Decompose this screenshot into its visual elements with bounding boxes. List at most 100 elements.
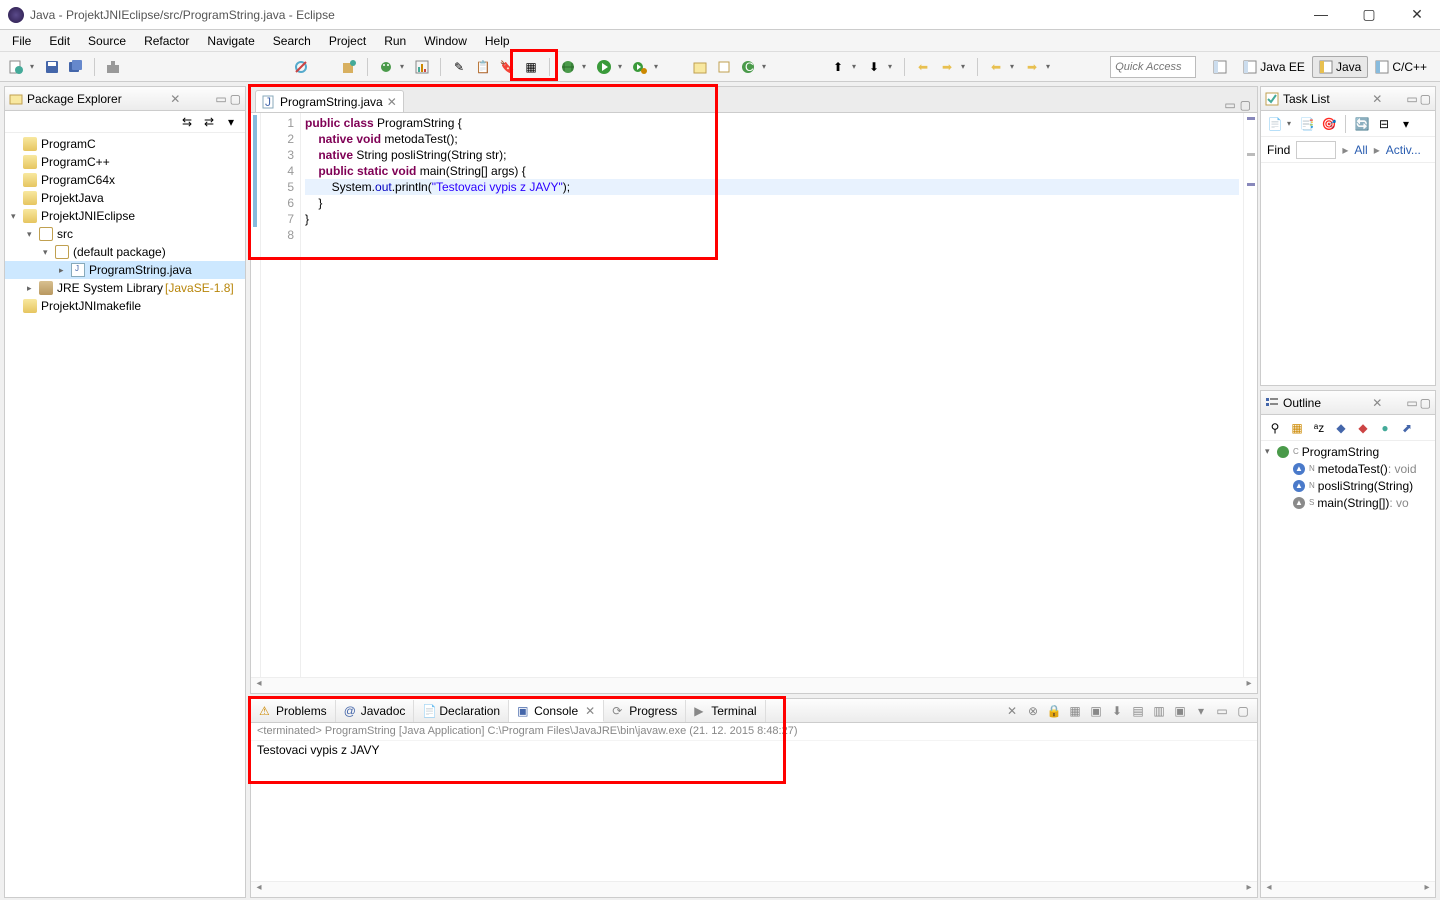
close-button[interactable]: ✕ — [1402, 6, 1432, 23]
view-minimize-icon[interactable]: ▭ — [1406, 92, 1417, 106]
view-maximize-icon[interactable]: ▢ — [230, 92, 241, 106]
console-tb-2[interactable]: 🔒 — [1044, 701, 1064, 721]
hide-local-button[interactable]: ◆ — [1353, 418, 1373, 438]
toggle-block-button[interactable]: ▦ — [521, 57, 541, 77]
save-all-button[interactable] — [66, 57, 86, 77]
categorize-button[interactable]: 📑 — [1297, 114, 1317, 134]
hide-nonpublic-button[interactable]: ◆ — [1331, 418, 1351, 438]
next-edit-button[interactable]: ➡ — [1022, 57, 1042, 77]
focus-active-button[interactable]: ● — [1375, 418, 1395, 438]
tree-node[interactable]: ProgramC — [5, 135, 245, 153]
menu-project[interactable]: Project — [321, 32, 374, 50]
next-annotation-button[interactable]: ⬇ — [864, 57, 884, 77]
console-tb-4[interactable]: ▣ — [1086, 701, 1106, 721]
focus-button[interactable]: 🎯 — [1319, 114, 1339, 134]
collapse-all-button[interactable]: ⇆ — [177, 112, 197, 132]
console-output[interactable]: Testovaci vypis z JAVY — [251, 741, 1257, 881]
view-maximize-icon[interactable]: ▢ — [1420, 92, 1431, 106]
new-task-button[interactable]: 📄 — [1265, 114, 1285, 134]
maximize-button[interactable]: ▢ — [1354, 6, 1384, 23]
quick-access-input[interactable] — [1110, 56, 1196, 78]
tab-problems[interactable]: ⚠Problems — [251, 700, 336, 722]
run-last-button[interactable] — [630, 57, 650, 77]
view-menu-button[interactable]: ▾ — [221, 112, 241, 132]
sync-button[interactable]: 🔄 — [1352, 114, 1372, 134]
save-button[interactable] — [42, 57, 62, 77]
run-dropdown[interactable]: ▾ — [618, 62, 626, 71]
perspective-java[interactable]: Java — [1312, 56, 1368, 78]
open-task-button[interactable]: 📋 — [473, 57, 493, 77]
outline-node[interactable]: ▲NposliString(String) — [1261, 477, 1435, 494]
view-minimize-icon[interactable]: ▭ — [215, 92, 226, 106]
outline-node[interactable]: ▾CProgramString — [1261, 443, 1435, 460]
console-tb-5[interactable]: ⬇ — [1107, 701, 1127, 721]
editor-tab-close[interactable]: ✕ — [387, 95, 397, 109]
perspective-cc[interactable]: C/C++ — [1368, 56, 1434, 78]
tree-node[interactable]: ▸ProgramString.java — [5, 261, 245, 279]
hide-static-button[interactable]: ᵃz — [1309, 418, 1329, 438]
debug-last-dropdown[interactable]: ▾ — [582, 62, 590, 71]
collapse-button[interactable]: ⊟ — [1374, 114, 1394, 134]
editor-tab[interactable]: J ProgramString.java ✕ — [255, 90, 404, 112]
skip-breakpoints-button[interactable] — [291, 57, 311, 77]
run-button[interactable] — [594, 57, 614, 77]
package-explorer-close[interactable]: ✕ — [168, 92, 182, 106]
tab-progress[interactable]: ⟳Progress — [604, 700, 686, 722]
outline-tree[interactable]: ▾CProgramString▲NmetodaTest() : void▲Npo… — [1261, 441, 1435, 881]
package-explorer-tree[interactable]: ProgramCProgramC++ProgramC64xProjektJava… — [5, 133, 245, 897]
back-button[interactable]: ⬅ — [913, 57, 933, 77]
last-edit-button[interactable]: ⬅ — [986, 57, 1006, 77]
tree-node[interactable]: ▾src — [5, 225, 245, 243]
tree-node[interactable]: ProjektJava — [5, 189, 245, 207]
console-tb-8[interactable]: ▣ — [1170, 701, 1190, 721]
view-minimize-icon[interactable]: ▭ — [1406, 396, 1417, 410]
editor-minimize-icon[interactable]: ▭ — [1224, 98, 1235, 112]
console-tb-6[interactable]: ▤ — [1128, 701, 1148, 721]
quick-access[interactable] — [1110, 56, 1196, 78]
tree-node[interactable]: ▾ProjektJNIEclipse — [5, 207, 245, 225]
tree-node[interactable]: ProgramC64x — [5, 171, 245, 189]
activate-link[interactable]: Activ... — [1386, 143, 1421, 157]
tab-declaration[interactable]: 📄Declaration — [414, 700, 509, 722]
outline-close[interactable]: ✕ — [1370, 396, 1384, 410]
outline-node[interactable]: ▲Smain(String[]) : vo — [1261, 494, 1435, 511]
toggle-mark-button[interactable]: 🔖 — [497, 57, 517, 77]
console-tb-7[interactable]: ▥ — [1149, 701, 1169, 721]
tree-node[interactable]: ▸JRE System Library [JavaSE-1.8] — [5, 279, 245, 297]
menu-search[interactable]: Search — [265, 32, 319, 50]
console-tb-10[interactable]: ▭ — [1212, 701, 1232, 721]
tree-node[interactable]: ProgramC++ — [5, 153, 245, 171]
task-list-close[interactable]: ✕ — [1370, 92, 1384, 106]
menu-source[interactable]: Source — [80, 32, 134, 50]
console-tb-0[interactable]: ✕ — [1002, 701, 1022, 721]
tree-node[interactable]: ProjektJNImakefile — [5, 297, 245, 315]
console-tb-11[interactable]: ▢ — [1233, 701, 1253, 721]
new-button[interactable] — [6, 57, 26, 77]
task-list-body[interactable] — [1261, 163, 1435, 385]
menu-help[interactable]: Help — [477, 32, 518, 50]
console-tb-3[interactable]: ▦ — [1065, 701, 1085, 721]
forward-button[interactable]: ➡ — [937, 57, 957, 77]
minimize-button[interactable]: — — [1306, 6, 1336, 23]
menu-window[interactable]: Window — [416, 32, 475, 50]
tab-console[interactable]: ▣Console✕ — [509, 700, 604, 722]
debug-last-button[interactable] — [558, 57, 578, 77]
editor-maximize-icon[interactable]: ▢ — [1240, 98, 1251, 112]
code-editor[interactable]: 12345678 public class ProgramString { na… — [251, 113, 1257, 677]
debug-button[interactable] — [376, 57, 396, 77]
tab-terminal[interactable]: ▶Terminal — [686, 700, 765, 722]
build-button[interactable] — [103, 57, 123, 77]
all-link[interactable]: All — [1354, 143, 1367, 157]
open-type-button[interactable]: ✎ — [449, 57, 469, 77]
menu-edit[interactable]: Edit — [41, 32, 78, 50]
find-input[interactable] — [1296, 141, 1336, 159]
new-java-class-button[interactable]: C — [738, 57, 758, 77]
menu-refactor[interactable]: Refactor — [136, 32, 197, 50]
menu-file[interactable]: File — [4, 32, 39, 50]
link-button[interactable]: ⬈ — [1397, 418, 1417, 438]
open-perspective-button[interactable] — [1206, 56, 1234, 78]
new-dropdown[interactable]: ▾ — [30, 62, 38, 71]
tree-node[interactable]: ▾(default package) — [5, 243, 245, 261]
run-last-dropdown[interactable]: ▾ — [654, 62, 662, 71]
console-tb-9[interactable]: ▾ — [1191, 701, 1211, 721]
